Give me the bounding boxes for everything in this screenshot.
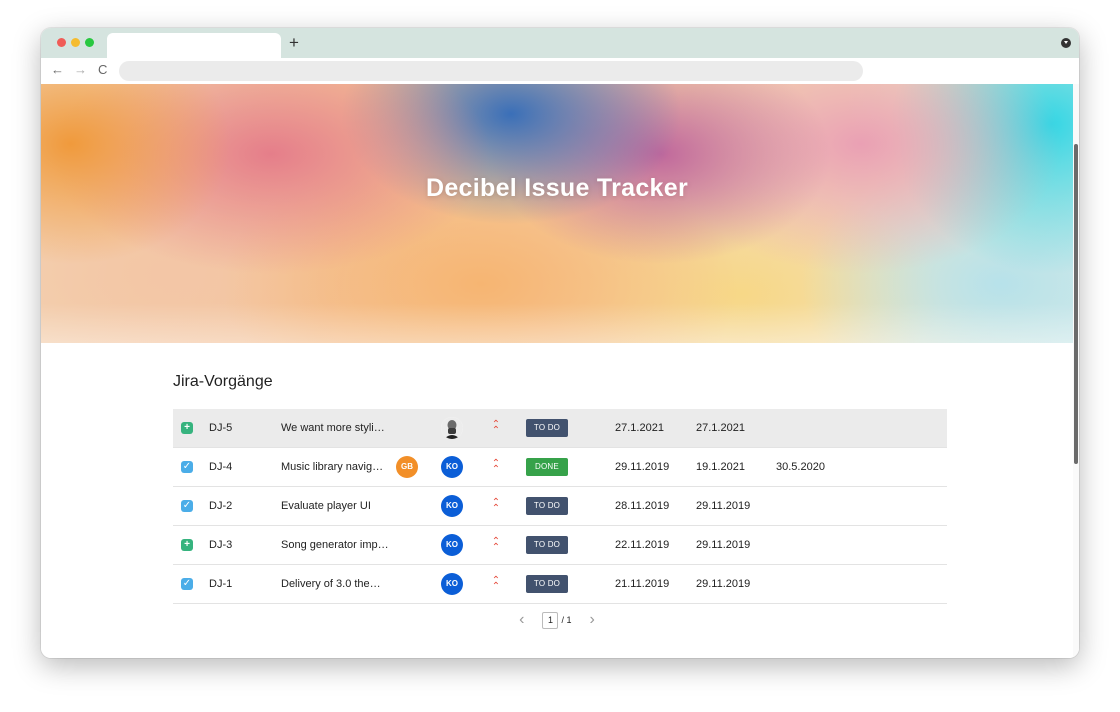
- issue-key[interactable]: DJ-3: [209, 526, 232, 564]
- updated-date: 29.11.2019: [696, 578, 751, 590]
- pagination: ‹ 1/ 1 ›: [41, 611, 1073, 629]
- table-row[interactable]: ✓ DJ-4 Music library navig… GB KO ⌃ ⌃ DONE 29.11…: [173, 448, 947, 487]
- status-badge: DONE: [526, 458, 568, 476]
- issue-key[interactable]: DJ-4: [209, 448, 232, 486]
- active-tab[interactable]: [107, 33, 281, 58]
- issue-key[interactable]: DJ-2: [209, 487, 232, 525]
- updated-date: 29.11.2019: [696, 500, 751, 512]
- avatar: KO: [441, 456, 463, 478]
- issue-summary[interactable]: Evaluate player UI: [281, 487, 371, 525]
- created-date: 29.11.2019: [615, 461, 670, 473]
- issue-summary[interactable]: We want more styli…: [281, 409, 385, 447]
- issue-summary[interactable]: Delivery of 3.0 the…: [281, 565, 381, 603]
- tab-bar: +: [41, 28, 1079, 58]
- table-row[interactable]: ✓ DJ-1 Delivery of 3.0 the… KO ⌃ ⌃ TO DO 21.11.…: [173, 565, 947, 604]
- created-date: 22.11.2019: [615, 539, 670, 551]
- task-checkbox-icon: ✓: [181, 500, 193, 512]
- due-date: 30.5.2020: [776, 461, 825, 473]
- scrollbar-thumb[interactable]: [1074, 144, 1078, 464]
- section-title: Jira-Vorgänge: [173, 373, 273, 390]
- updated-date: 27.1.2021: [696, 422, 745, 434]
- status-badge: TO DO: [526, 497, 568, 515]
- task-checkbox-icon: ✓: [181, 578, 193, 590]
- reload-button[interactable]: C: [98, 62, 107, 78]
- issue-key[interactable]: DJ-1: [209, 565, 232, 603]
- updated-date: 19.1.2021: [696, 461, 745, 473]
- hero-fade: [41, 303, 1073, 343]
- priority-highest-icon: ⌃ ⌃: [491, 497, 501, 514]
- issues-table: + DJ-5 We want more styli… ⌃ ⌃ TO DO 27.1.2021…: [173, 409, 947, 604]
- avatar: KO: [441, 534, 463, 556]
- created-date: 27.1.2021: [615, 422, 664, 434]
- story-plus-icon: +: [181, 539, 193, 551]
- previous-page-button[interactable]: ‹: [519, 611, 524, 629]
- address-bar[interactable]: [119, 61, 863, 81]
- minimize-window-button[interactable]: [71, 38, 80, 47]
- status-badge: TO DO: [526, 575, 568, 593]
- avatar-photo: [441, 417, 463, 439]
- priority-highest-icon: ⌃ ⌃: [491, 458, 501, 475]
- forward-button[interactable]: →: [74, 62, 87, 78]
- avatar: KO: [441, 573, 463, 595]
- priority-highest-icon: ⌃ ⌃: [491, 419, 501, 436]
- page-title: Decibel Issue Tracker: [425, 174, 688, 202]
- task-checkbox-icon: ✓: [181, 461, 193, 473]
- priority-highest-icon: ⌃ ⌃: [491, 575, 501, 592]
- story-plus-icon: +: [181, 422, 193, 434]
- issue-summary[interactable]: Song generator imp…: [281, 526, 389, 564]
- browser-menu-icon[interactable]: [1061, 38, 1071, 48]
- new-tab-button[interactable]: +: [289, 33, 299, 53]
- page-total: / 1: [561, 615, 572, 625]
- avatar: GB: [396, 456, 418, 478]
- hero-banner: Decibel Issue Tracker: [41, 84, 1073, 343]
- current-page-input[interactable]: 1: [542, 611, 559, 629]
- browser-toolbar: ← → C: [41, 58, 1079, 84]
- priority-highest-icon: ⌃ ⌃: [491, 536, 501, 553]
- issue-summary[interactable]: Music library navig…: [281, 448, 383, 486]
- status-badge: TO DO: [526, 419, 568, 437]
- back-button[interactable]: ←: [51, 62, 64, 78]
- maximize-window-button[interactable]: [85, 38, 94, 47]
- page-content: Decibel Issue Tracker Jira-Vorgänge + DJ-…: [41, 84, 1079, 658]
- next-page-button[interactable]: ›: [590, 611, 595, 629]
- table-row[interactable]: + DJ-3 Song generator imp… KO ⌃ ⌃ TO DO 22.11.2…: [173, 526, 947, 565]
- table-row[interactable]: + DJ-5 We want more styli… ⌃ ⌃ TO DO 27.1.2021…: [173, 409, 947, 448]
- scrollbar[interactable]: [1073, 84, 1079, 658]
- close-window-button[interactable]: [57, 38, 66, 47]
- table-row[interactable]: ✓ DJ-2 Evaluate player UI KO ⌃ ⌃ TO DO 28.11.20…: [173, 487, 947, 526]
- browser-window: + ← → C Decibel Issue Tracker Jira-Vorgä…: [41, 28, 1079, 658]
- created-date: 21.11.2019: [615, 578, 670, 590]
- avatar: KO: [441, 495, 463, 517]
- issue-key[interactable]: DJ-5: [209, 409, 232, 447]
- status-badge: TO DO: [526, 536, 568, 554]
- created-date: 28.11.2019: [615, 500, 670, 512]
- updated-date: 29.11.2019: [696, 539, 751, 551]
